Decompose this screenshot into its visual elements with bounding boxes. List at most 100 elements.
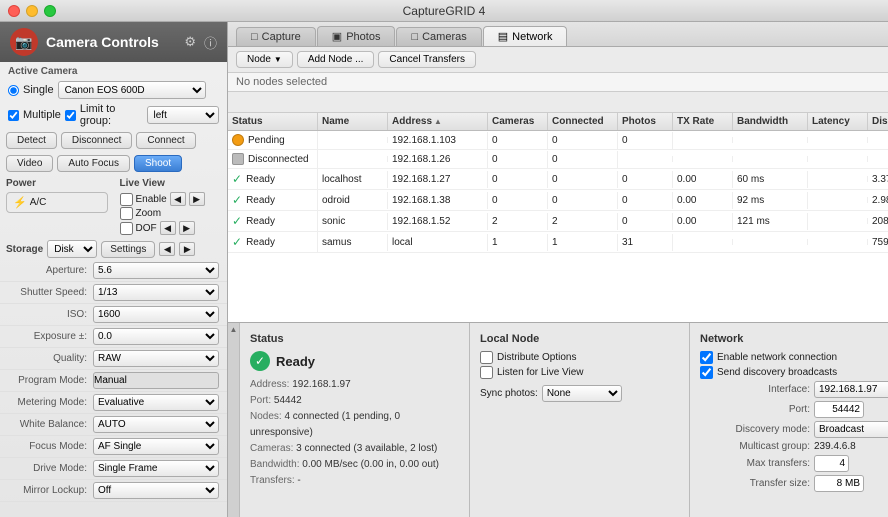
add-node-button[interactable]: Add Node ... bbox=[297, 51, 375, 68]
param-select-3[interactable]: 0.0 bbox=[93, 328, 219, 345]
param-select-4[interactable]: RAW bbox=[93, 350, 219, 367]
listen-label: Listen for Live View bbox=[497, 367, 584, 378]
multiple-checkbox[interactable] bbox=[8, 110, 19, 121]
param-select-7[interactable]: AUTO bbox=[93, 416, 219, 433]
param-select-0[interactable]: 5.6 bbox=[93, 262, 219, 279]
table-row[interactable]: ✓Readyodroid192.168.1.380000.0092 ms2.98… bbox=[228, 190, 888, 211]
param-select-9[interactable]: Single Frame bbox=[93, 460, 219, 477]
distribute-checkbox[interactable] bbox=[480, 351, 493, 364]
table-cell-4-2: 192.168.1.52 bbox=[388, 213, 488, 230]
shoot-button[interactable]: Shoot bbox=[134, 155, 182, 172]
close-button[interactable] bbox=[8, 5, 20, 17]
maximize-button[interactable] bbox=[44, 5, 56, 17]
limit-group-checkbox[interactable] bbox=[65, 110, 76, 121]
param-select-8[interactable]: AF Single bbox=[93, 438, 219, 455]
col-header-name: Name bbox=[318, 113, 388, 130]
table-cell-2-5: 0 bbox=[618, 171, 673, 188]
cancel-transfers-button[interactable]: Cancel Transfers bbox=[378, 51, 476, 68]
lv-left-arrow[interactable]: ◀ bbox=[170, 192, 186, 206]
status-ready-check: ✓ bbox=[232, 235, 242, 249]
lv-right-arrow[interactable]: ▶ bbox=[189, 192, 205, 206]
table-cell-0-9 bbox=[868, 137, 888, 143]
discovery-select[interactable]: Broadcast bbox=[814, 421, 888, 438]
table-toolbar: ↻ Show Columns bbox=[228, 92, 888, 113]
port-input[interactable]: 54442 bbox=[814, 401, 864, 418]
discovery-mode-row: Discovery mode: Broadcast bbox=[700, 421, 888, 438]
dof-left-arrow[interactable]: ◀ bbox=[160, 221, 176, 235]
col-header-bandwidth: Bandwidth bbox=[733, 113, 808, 130]
tab-cameras[interactable]: □ Cameras bbox=[396, 27, 481, 46]
table-body: Pending192.168.1.103000Disconnected192.1… bbox=[228, 131, 888, 253]
title-bar: CaptureGRID 4 bbox=[0, 0, 888, 22]
gear-icon[interactable]: ⚙ bbox=[184, 34, 196, 50]
liveview-label: Live View bbox=[120, 178, 222, 189]
dof-right-arrow[interactable]: ▶ bbox=[179, 221, 195, 235]
single-radio[interactable] bbox=[8, 85, 19, 96]
sync-select[interactable]: None bbox=[542, 385, 622, 402]
storage-select[interactable]: Disk bbox=[47, 240, 97, 258]
table-cell-3-5: 0 bbox=[618, 192, 673, 209]
table-row[interactable]: ✓Readysonic192.168.1.522200.00121 ms208.… bbox=[228, 211, 888, 232]
table-row[interactable]: ✓Readysamuslocal1131759.68 GBv4.607.07.2… bbox=[228, 232, 888, 253]
param-select-6[interactable]: Evaluative bbox=[93, 394, 219, 411]
minimize-button[interactable] bbox=[26, 5, 38, 17]
status-disconnected-icon bbox=[232, 153, 244, 165]
discovery-label: Discovery mode: bbox=[700, 424, 810, 435]
param-select-1[interactable]: 1/13 bbox=[93, 284, 219, 301]
send-discovery-checkbox[interactable] bbox=[700, 366, 713, 379]
max-transfers-input[interactable]: 4 bbox=[814, 455, 849, 472]
enable-checkbox[interactable] bbox=[120, 193, 133, 206]
col-header-diskspace: Disk Space bbox=[868, 113, 888, 130]
node-button[interactable]: Node ▼ bbox=[236, 51, 293, 68]
enable-label: Enable bbox=[136, 194, 167, 205]
param-select-10[interactable]: Off bbox=[93, 482, 219, 499]
sync-label: Sync photos: bbox=[480, 388, 538, 399]
dof-checkbox[interactable] bbox=[120, 222, 133, 235]
no-nodes-bar: No nodes selected bbox=[228, 73, 888, 92]
tab-capture[interactable]: □ Capture bbox=[236, 27, 316, 46]
disconnect-button[interactable]: Disconnect bbox=[61, 132, 132, 149]
param-select-2[interactable]: 1600 bbox=[93, 306, 219, 323]
connect-button[interactable]: Connect bbox=[136, 132, 195, 149]
param-input-5[interactable] bbox=[93, 372, 219, 389]
detect-button[interactable]: Detect bbox=[6, 132, 57, 149]
param-row-9: Drive Mode:Single Frame bbox=[0, 458, 227, 480]
table-cell-1-5 bbox=[618, 156, 673, 162]
group-select[interactable]: left bbox=[147, 106, 219, 124]
interface-select[interactable]: 192.168.1.97 bbox=[814, 381, 888, 398]
table-row[interactable]: ✓Readylocalhost192.168.1.270000.0060 ms3… bbox=[228, 169, 888, 190]
table-cell-3-2: 192.168.1.38 bbox=[388, 192, 488, 209]
port-row: Port: 54442 bbox=[700, 401, 888, 418]
table-cell-1-3: 0 bbox=[488, 151, 548, 168]
settings-button[interactable]: Settings bbox=[101, 241, 155, 258]
transfer-size-row: Transfer size: 8 MB bbox=[700, 475, 888, 492]
tab-network[interactable]: ▤ Network bbox=[483, 26, 568, 46]
tab-photos[interactable]: ▣ Photos bbox=[317, 26, 396, 46]
storage-left-arrow[interactable]: ◀ bbox=[159, 242, 175, 256]
listen-liveview-checkbox[interactable] bbox=[480, 366, 493, 379]
storage-right-arrow[interactable]: ▶ bbox=[179, 242, 195, 256]
table-cell-5-8 bbox=[808, 239, 868, 245]
interface-row: Interface: 192.168.1.97 bbox=[700, 381, 888, 398]
scroll-up[interactable]: ▲ bbox=[230, 325, 238, 334]
table-cell-5-6 bbox=[673, 239, 733, 245]
cameras-tab-label: Cameras bbox=[422, 31, 467, 43]
capture-tab-icon: □ bbox=[251, 31, 258, 43]
info-icon[interactable]: ⓘ bbox=[204, 33, 217, 52]
status-section-title: Status bbox=[250, 333, 459, 345]
zoom-checkbox[interactable] bbox=[120, 207, 133, 220]
send-discovery-row: Send discovery broadcasts bbox=[700, 366, 888, 379]
autofocus-button[interactable]: Auto Focus bbox=[57, 155, 130, 172]
table-cell-1-1 bbox=[318, 156, 388, 162]
table-row[interactable]: Pending192.168.1.103000 bbox=[228, 131, 888, 150]
enable-network-checkbox[interactable] bbox=[700, 351, 713, 364]
table-cell-3-8 bbox=[808, 197, 868, 203]
video-button[interactable]: Video bbox=[6, 155, 53, 172]
transfer-size-input[interactable]: 8 MB bbox=[814, 475, 864, 492]
table-cell-0-6 bbox=[673, 137, 733, 143]
table-row[interactable]: Disconnected192.168.1.2600 bbox=[228, 150, 888, 169]
table-cell-2-8 bbox=[808, 176, 868, 182]
camera-model-select[interactable]: Canon EOS 600D bbox=[58, 81, 206, 99]
table-cell-5-7 bbox=[733, 239, 808, 245]
multicast-value: 239.4.6.8 bbox=[814, 441, 888, 452]
